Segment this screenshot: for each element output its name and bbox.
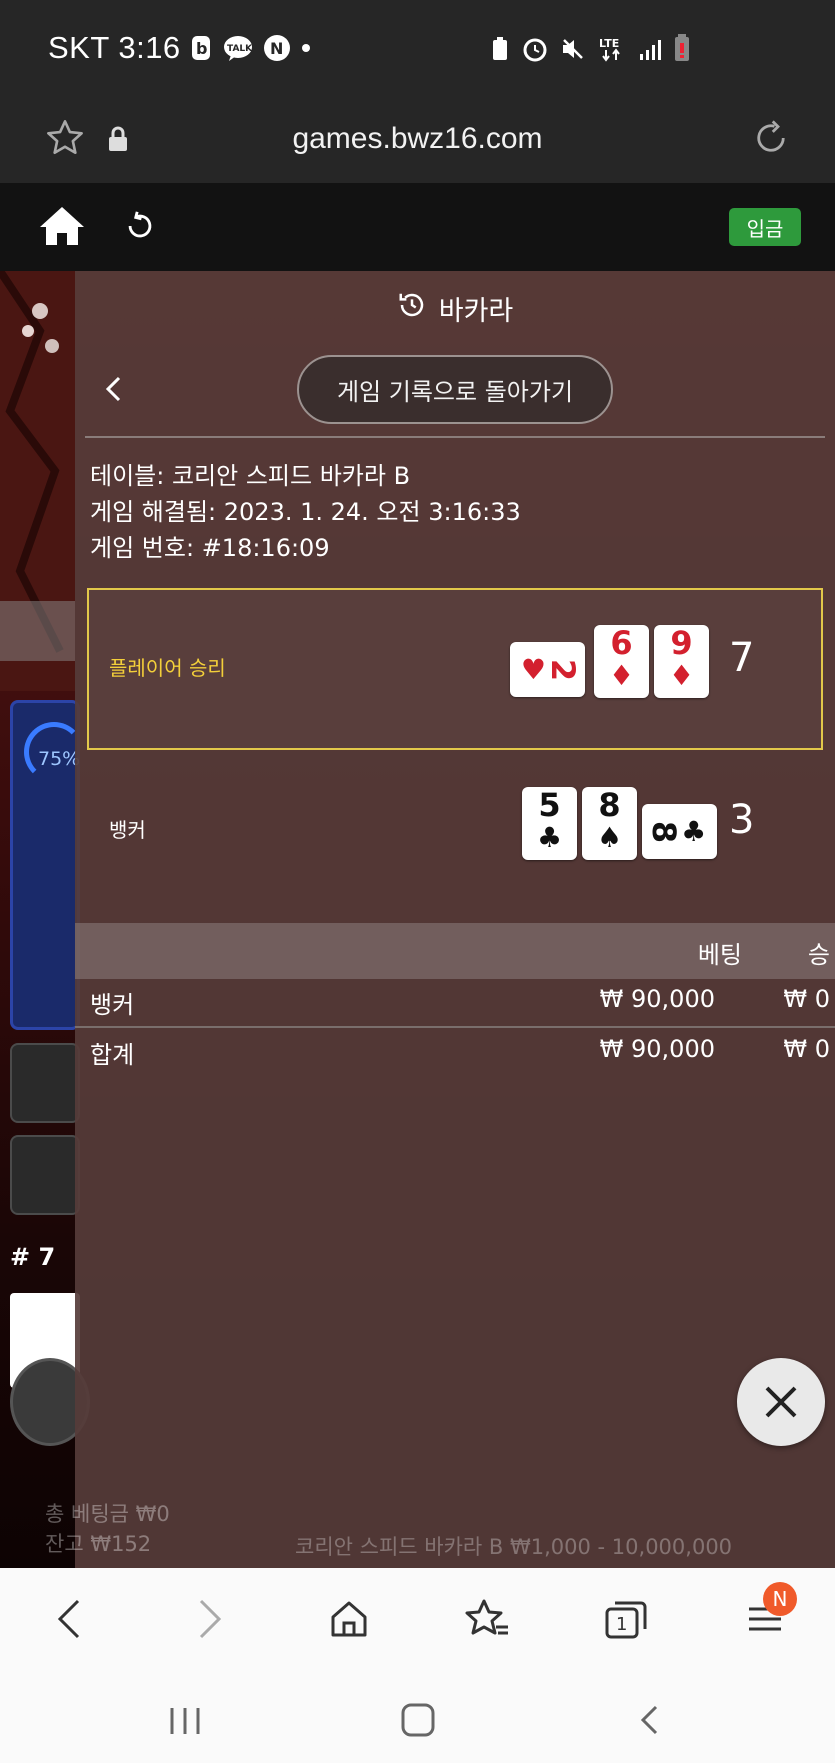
banker-score: 3 (729, 797, 755, 843)
svg-text:N: N (270, 39, 283, 58)
total-bet-text: 총 베팅금 ₩0 (45, 1502, 170, 1526)
card-suit: ♠ (596, 821, 623, 854)
close-button[interactable] (737, 1358, 825, 1446)
card-suit: ♣ (536, 821, 563, 854)
game-number-label: 게임 번호: (90, 534, 195, 562)
signal-icon (638, 35, 662, 70)
back-to-history-button[interactable]: 게임 기록으로 돌아가기 (297, 355, 613, 424)
n-icon: N (263, 34, 291, 62)
round-number: # 7 (10, 1243, 56, 1271)
talk-icon: TALK (223, 35, 253, 61)
card-suit: ♦ (608, 659, 635, 692)
balance-text: 잔고 ₩152 (45, 1532, 152, 1556)
background-table-limits: 코리안 스피드 바카라 B ₩1,000 - 10,000,000 (295, 1535, 733, 1559)
deposit-button[interactable]: 입금 (729, 208, 801, 246)
divider (75, 1026, 835, 1028)
resolved-info-row: 게임 해결됨: 2023. 1. 24. 오전 3:16:33 (90, 492, 521, 527)
win-column-header: 승 (807, 941, 830, 969)
player-card-2: 6 ♦ (594, 625, 649, 698)
card-rank: 2 (544, 658, 583, 681)
system-nav-bar (0, 1670, 835, 1763)
card-suit: ♥ (520, 652, 546, 686)
table-info-row: 테이블: 코리안 스피드 바카라 B (90, 456, 410, 491)
battery-saver-icon (490, 35, 510, 70)
tabs-icon[interactable]: 1 (601, 1594, 651, 1644)
home-icon[interactable] (38, 205, 86, 251)
win-amount: ₩ 0 (783, 985, 830, 1013)
player-card-1: ♥ 2 (510, 642, 585, 697)
bet-amount: ₩ 90,000 (599, 985, 715, 1013)
banker-card-3: 8 ♣ (642, 804, 717, 859)
bookmarks-icon[interactable] (462, 1594, 512, 1644)
panel-title: 바카라 (75, 289, 835, 328)
site-header: 입금 (0, 183, 835, 271)
table-label: 테이블: (90, 462, 165, 490)
dot-icon (301, 43, 311, 53)
recent-apps-icon[interactable] (168, 1706, 202, 1740)
divider (85, 436, 825, 438)
banker-result-label: 뱅커 (109, 818, 146, 842)
browser-bottom-nav: 1 (0, 1568, 835, 1670)
progress-text: 75% (38, 748, 81, 770)
resolved-value: 2023. 1. 24. 오전 3:16:33 (223, 498, 521, 526)
bet-column-header: 베팅 (697, 941, 742, 969)
screen: SKT 3:16 b TALK N LTE games.bwz16.com 입금… (0, 0, 835, 1763)
game-history-panel: 바카라 게임 기록으로 돌아가기 테이블: 코리안 스피드 바카라 B 게임 해… (75, 271, 835, 1568)
total-win: ₩ 0 (783, 1035, 830, 1063)
status-time: SKT 3:16 (48, 29, 181, 65)
card-rank: 6 (610, 624, 633, 662)
notification-badge: N (763, 1582, 797, 1616)
mute-icon (560, 35, 586, 70)
total-bet: ₩ 90,000 (599, 1035, 715, 1063)
system-home-icon[interactable] (400, 1702, 436, 1742)
game-number-row: 게임 번호: #18:16:09 (90, 528, 330, 563)
background-button-2 (10, 1135, 80, 1215)
browser-url-bar: games.bwz16.com (0, 95, 835, 183)
card-rank: 8 (598, 786, 621, 824)
tabs-count: 1 (616, 1614, 627, 1635)
panel-title-text: 바카라 (438, 296, 514, 327)
game-number-value: #18:16:09 (201, 534, 330, 562)
home-nav-icon[interactable] (324, 1594, 374, 1644)
battery-low-icon (674, 34, 690, 70)
reload-icon[interactable] (750, 117, 792, 163)
svg-text:b: b (196, 39, 207, 58)
player-score: 7 (729, 635, 755, 681)
bets-table-header: 베팅 승 (75, 923, 835, 979)
banker-card-2: 8 ♠ (582, 787, 637, 860)
back-icon[interactable] (44, 1594, 94, 1644)
forward-icon[interactable] (185, 1594, 235, 1644)
card-rank: 5 (538, 786, 561, 824)
card-suit: ♦ (668, 659, 695, 692)
close-icon (765, 1386, 797, 1418)
background-footer: 총 베팅금 ₩0 잔고 ₩152 (45, 1498, 170, 1558)
resolved-label: 게임 해결됨: (90, 498, 217, 526)
banker-card-1: 5 ♣ (522, 787, 577, 860)
refresh-icon[interactable] (123, 209, 157, 247)
system-back-icon[interactable] (636, 1704, 662, 1740)
status-bar: SKT 3:16 b TALK N LTE (0, 0, 835, 95)
card-rank: 8 (644, 820, 683, 843)
total-row: 합계 ₩ 90,000 ₩ 0 (75, 1029, 835, 1075)
svg-text:TALK: TALK (227, 44, 253, 54)
player-result-label: 플레이어 승리 (109, 656, 226, 680)
card-suit: ♣ (681, 814, 707, 848)
player-result-box: 플레이어 승리 ♥ 2 6 ♦ 9 ♦ 7 (87, 588, 823, 750)
total-label: 합계 (90, 1041, 135, 1069)
banker-result-box: 뱅커 5 ♣ 8 ♠ 8 ♣ 3 (87, 750, 823, 912)
chevron-left-icon[interactable] (103, 375, 125, 407)
table-row: 뱅커 ₩ 90,000 ₩ 0 (75, 979, 835, 1025)
card-rank: 9 (670, 624, 693, 662)
history-icon (397, 290, 427, 327)
bet-type: 뱅커 (90, 991, 135, 1019)
table-value: 코리안 스피드 바카라 B (171, 462, 411, 490)
background-button-1 (10, 1043, 80, 1123)
lte-icon: LTE (598, 35, 626, 70)
url-text[interactable]: games.bwz16.com (0, 122, 835, 156)
player-card-3: 9 ♦ (654, 625, 709, 698)
b-icon: b (191, 35, 213, 61)
svg-text:LTE: LTE (599, 37, 619, 50)
alarm-icon (522, 35, 548, 70)
